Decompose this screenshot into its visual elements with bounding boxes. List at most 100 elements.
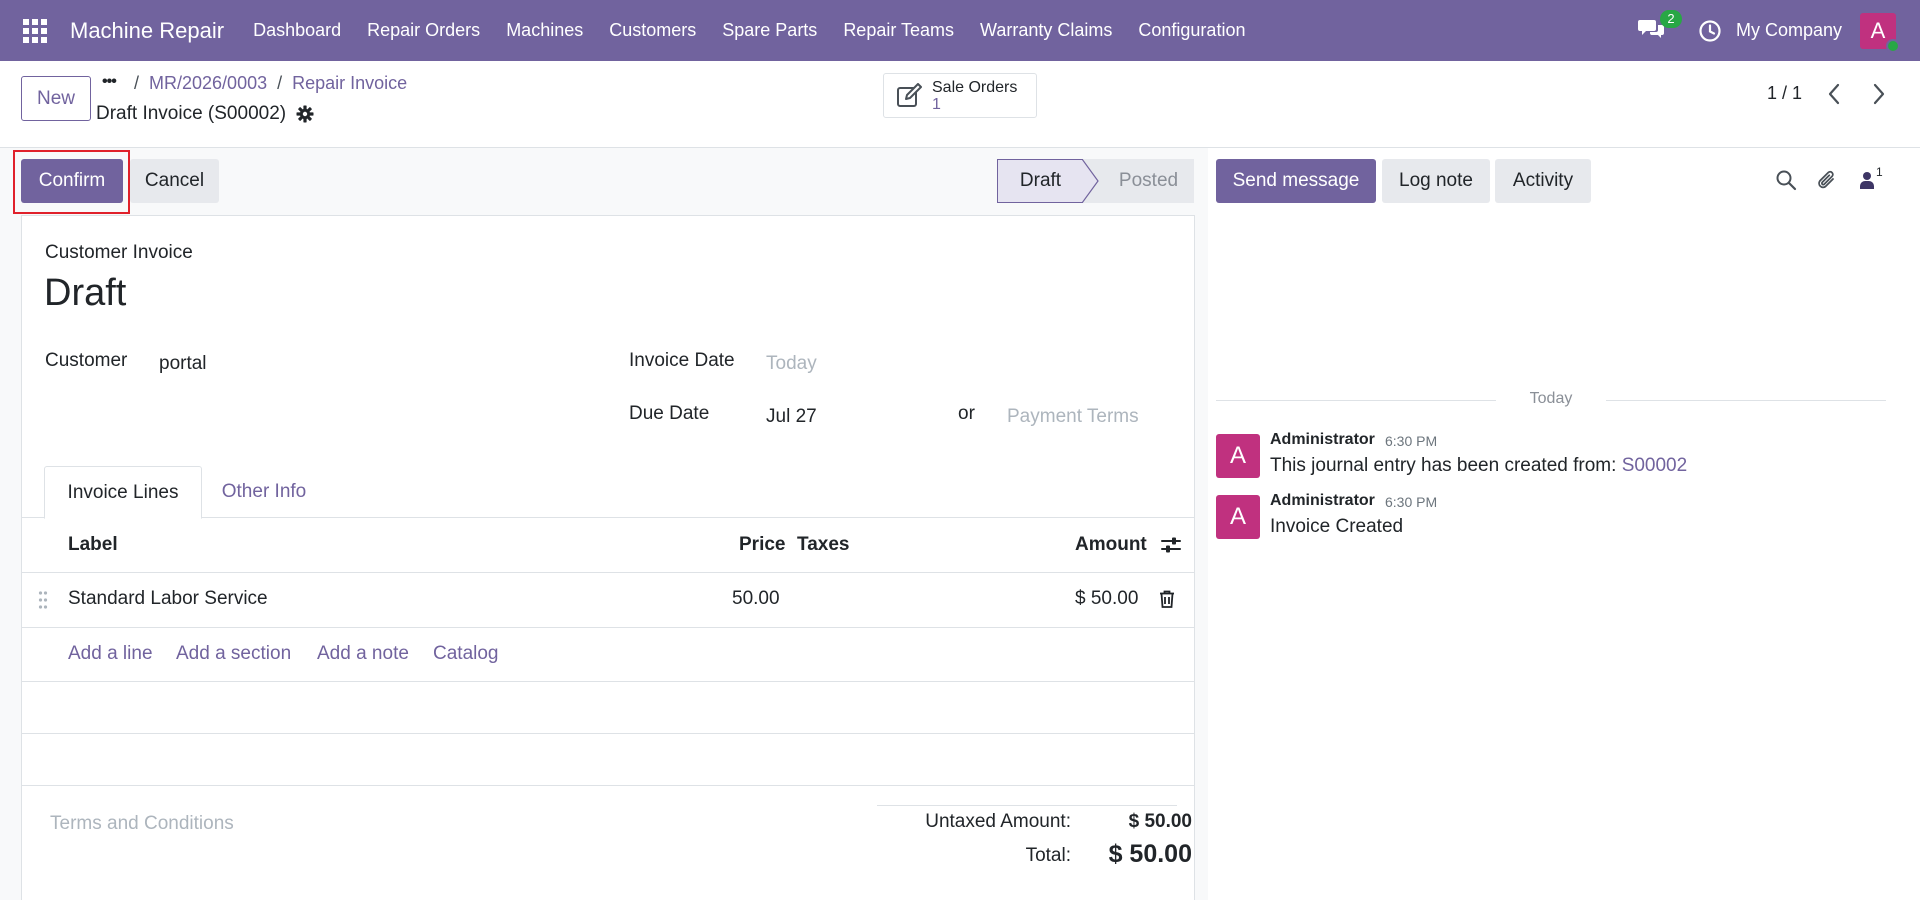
breadcrumb-separator: /	[277, 73, 283, 93]
breadcrumb-repair-invoice[interactable]: Repair Invoice	[292, 73, 407, 94]
navbar-systray: 2 My Company A	[1637, 0, 1920, 61]
or-label: or	[958, 403, 975, 424]
drag-handle-icon[interactable]	[38, 590, 48, 610]
payment-terms-field[interactable]: Payment Terms	[1007, 406, 1139, 428]
menu-item-customers[interactable]: Customers	[596, 20, 709, 41]
avatar[interactable]: A	[1216, 434, 1260, 478]
customer-label: Customer	[45, 350, 128, 371]
menu-item-warranty-claims[interactable]: Warranty Claims	[967, 20, 1125, 41]
more-actions-button[interactable]: •••	[102, 73, 117, 91]
chatter: Send message Log note Activity 1 Today A…	[1208, 148, 1920, 900]
smart-button-count: 1	[932, 95, 941, 113]
confirm-button[interactable]: Confirm	[21, 159, 123, 203]
menu-item-configuration[interactable]: Configuration	[1125, 20, 1258, 41]
clock-icon[interactable]	[1698, 19, 1722, 43]
chatter-message: A Administrator 6:30 PM This journal ent…	[1216, 431, 1896, 480]
apps-grid-icon[interactable]	[0, 0, 70, 61]
pager-value[interactable]: 1 / 1	[1767, 83, 1802, 104]
edit-icon	[896, 82, 924, 109]
top-navbar: Machine Repair Dashboard Repair Orders M…	[0, 0, 1920, 61]
column-taxes[interactable]: Taxes	[797, 534, 849, 556]
message-time: 6:30 PM	[1385, 494, 1438, 510]
customer-field[interactable]: portal	[159, 353, 207, 375]
menu-item-machines[interactable]: Machines	[493, 20, 596, 41]
catalog-link[interactable]: Catalog	[433, 643, 499, 665]
add-line-link[interactable]: Add a line	[68, 643, 153, 665]
cancel-button[interactable]: Cancel	[130, 159, 219, 203]
smart-button-label: Sale Orders	[932, 78, 1018, 96]
totals-divider	[877, 805, 1177, 806]
followers-icon[interactable]: 1	[1859, 165, 1899, 192]
message-author[interactable]: Administrator	[1270, 492, 1375, 510]
due-date-field[interactable]: Jul 27	[766, 406, 817, 428]
tab-other-info[interactable]: Other Info	[202, 466, 326, 518]
form-sheet: Customer Invoice Draft Customer portal I…	[21, 215, 1195, 900]
document-type: Customer Invoice	[45, 242, 193, 263]
add-section-link[interactable]: Add a section	[176, 643, 291, 665]
breadcrumb: / MR/2026/0003 / Repair Invoice	[134, 73, 417, 94]
user-avatar[interactable]: A	[1860, 12, 1900, 53]
line-label[interactable]: Standard Labor Service	[68, 588, 268, 610]
record-title-row: Draft Invoice (S00002)	[96, 103, 314, 125]
gear-icon[interactable]	[296, 105, 314, 123]
follower-count: 1	[1876, 165, 1883, 179]
tab-invoice-lines[interactable]: Invoice Lines	[44, 466, 202, 519]
menu-item-repair-orders[interactable]: Repair Orders	[354, 20, 493, 41]
breadcrumb-separator: /	[134, 73, 140, 93]
control-panel: New ••• / MR/2026/0003 / Repair Invoice …	[0, 61, 1920, 148]
empty-row	[22, 734, 1194, 786]
avatar[interactable]: A	[1216, 495, 1260, 539]
user-initial: A	[1870, 17, 1886, 43]
column-settings-icon[interactable]	[1160, 534, 1182, 556]
message-body: Invoice Created	[1270, 516, 1404, 537]
empty-row	[22, 682, 1194, 734]
record-title: Draft Invoice (S00002)	[96, 103, 287, 124]
invoice-lines-header: Label Price Taxes Amount	[22, 518, 1194, 573]
status-arrow-icon	[1082, 159, 1099, 203]
total-value: $ 50.00	[1108, 840, 1192, 868]
form-tabs: Invoice Lines Other Info	[22, 466, 1194, 519]
untaxed-amount-label: Untaxed Amount:	[925, 811, 1071, 832]
form-statusbar: Confirm Cancel Draft Posted	[0, 148, 1208, 214]
chevron-left-icon[interactable]	[1823, 81, 1847, 107]
online-status-dot	[1886, 38, 1900, 53]
menu-item-spare-parts[interactable]: Spare Parts	[709, 20, 830, 41]
document-state: Draft	[44, 272, 127, 314]
chatter-message: A Administrator 6:30 PM Invoice Created	[1216, 492, 1896, 541]
breadcrumb-repair-order[interactable]: MR/2026/0003	[149, 73, 267, 94]
status-stage-draft[interactable]: Draft	[997, 159, 1083, 203]
terms-conditions-field[interactable]: Terms and Conditions	[50, 813, 234, 835]
column-price[interactable]: Price	[739, 534, 785, 556]
app-name[interactable]: Machine Repair	[70, 18, 224, 44]
activity-button[interactable]: Activity	[1495, 159, 1591, 203]
message-text: This journal entry has been created from…	[1270, 455, 1622, 476]
new-button[interactable]: New	[21, 76, 91, 121]
due-date-label: Due Date	[629, 403, 710, 424]
search-icon[interactable]	[1775, 169, 1797, 191]
invoice-date-label: Invoice Date	[629, 350, 735, 371]
chevron-right-icon[interactable]	[1866, 81, 1890, 107]
menu-item-repair-teams[interactable]: Repair Teams	[830, 20, 967, 41]
message-author[interactable]: Administrator	[1270, 431, 1375, 449]
sale-orders-smart-button[interactable]: Sale Orders 1	[883, 73, 1037, 118]
trash-icon[interactable]	[1158, 589, 1176, 609]
date-separator-label: Today	[1529, 390, 1573, 407]
line-amount: $ 50.00	[1075, 588, 1139, 609]
message-time: 6:30 PM	[1385, 433, 1438, 449]
table-row[interactable]: Standard Labor Service 50.00 $ 50.00	[22, 573, 1194, 628]
add-note-link[interactable]: Add a note	[317, 643, 409, 665]
chat-count-badge: 2	[1659, 9, 1682, 28]
source-document-link[interactable]: S00002	[1622, 455, 1688, 476]
line-price[interactable]: 50.00	[732, 588, 780, 610]
chat-icon[interactable]: 2	[1637, 9, 1682, 46]
column-label[interactable]: Label	[68, 534, 118, 556]
column-amount[interactable]: Amount	[1075, 534, 1147, 556]
send-message-button[interactable]: Send message	[1216, 159, 1376, 203]
untaxed-amount-value: $ 50.00	[1128, 811, 1192, 832]
add-line-row: Add a line Add a section Add a note Cata…	[22, 628, 1194, 682]
menu-item-dashboard[interactable]: Dashboard	[240, 20, 354, 41]
company-switcher[interactable]: My Company	[1736, 20, 1842, 41]
log-note-button[interactable]: Log note	[1382, 159, 1490, 203]
invoice-date-field[interactable]: Today	[766, 353, 817, 375]
paperclip-icon[interactable]	[1816, 168, 1838, 192]
